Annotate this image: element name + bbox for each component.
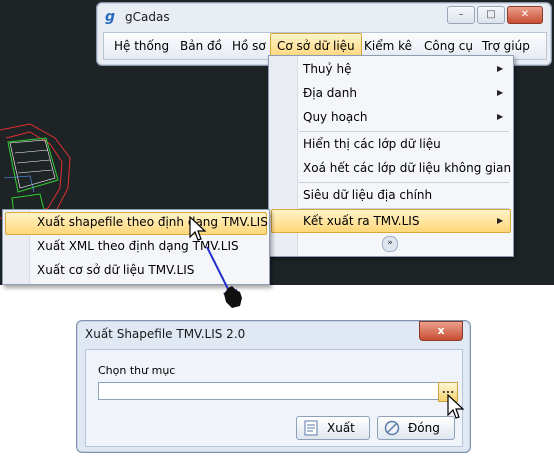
minimize-button[interactable]: –	[447, 6, 475, 24]
cancel-icon	[384, 420, 400, 436]
double-chevron-down-icon[interactable]: »	[382, 236, 398, 252]
export-button-label: Xuất	[327, 421, 355, 435]
dialog-title: Xuất Shapefile TMV.LIS 2.0	[85, 327, 246, 341]
mouse-cursor-icon	[189, 216, 206, 241]
folder-label: Chọn thư mục	[98, 364, 176, 377]
app-logo-icon: g	[105, 9, 116, 25]
menu-separator	[299, 131, 509, 132]
document-icon	[304, 420, 318, 436]
export-shapefile-dialog: Xuất Shapefile TMV.LIS 2.0 x Chọn thư mụ…	[76, 320, 471, 453]
menu-ban-do[interactable]: Bản đồ	[174, 33, 228, 59]
database-dropdown-menu: Thuỷ hệ ▶ Địa danh ▶ Quy hoạch ▶ Hiển th…	[268, 55, 514, 257]
menu-item-clear-layers[interactable]: Xoá hết các lớp dữ liệu không gian	[303, 157, 511, 179]
menu-ho-so[interactable]: Hồ sơ	[226, 33, 272, 59]
menu-separator	[299, 208, 509, 209]
mouse-cursor-icon	[447, 394, 464, 419]
export-button[interactable]: Xuất	[296, 416, 370, 440]
dialog-close-button[interactable]: x	[419, 321, 463, 341]
close-dialog-button-label: Đóng	[408, 421, 440, 435]
menu-separator	[299, 182, 509, 183]
submenu-arrow-icon: ▶	[497, 216, 504, 225]
menu-item-export-tmv-lis[interactable]: Kết xuất ra TMV.LIS	[303, 210, 419, 232]
menu-item-metadata[interactable]: Siêu dữ liệu địa chính	[303, 184, 432, 206]
close-dialog-button[interactable]: Đóng	[377, 416, 455, 440]
menu-item-quy-hoach[interactable]: Quy hoạch	[303, 106, 367, 128]
menu-item-show-layers[interactable]: Hiển thị các lớp dữ liệu	[303, 133, 441, 155]
menu-item-export-database[interactable]: Xuất cơ sở dữ liệu TMV.LIS	[37, 258, 194, 282]
menu-item-dia-danh[interactable]: Địa danh	[303, 82, 357, 104]
dialog-body: Chọn thư mục ... Xuất Đóng	[85, 349, 463, 447]
menu-item-thuy-he[interactable]: Thuỷ hệ	[303, 58, 351, 80]
menu-he-thong[interactable]: Hệ thống	[108, 33, 175, 59]
submenu-arrow-icon: ▶	[497, 88, 504, 97]
close-button[interactable]: ✕	[507, 6, 543, 24]
app-title: gCadas	[125, 10, 170, 24]
folder-path-input[interactable]	[98, 382, 444, 400]
hand-cursor-icon	[224, 286, 242, 308]
submenu-arrow-icon: ▶	[497, 64, 504, 73]
submenu-arrow-icon: ▶	[497, 112, 504, 121]
maximize-button[interactable]: □	[477, 6, 505, 24]
